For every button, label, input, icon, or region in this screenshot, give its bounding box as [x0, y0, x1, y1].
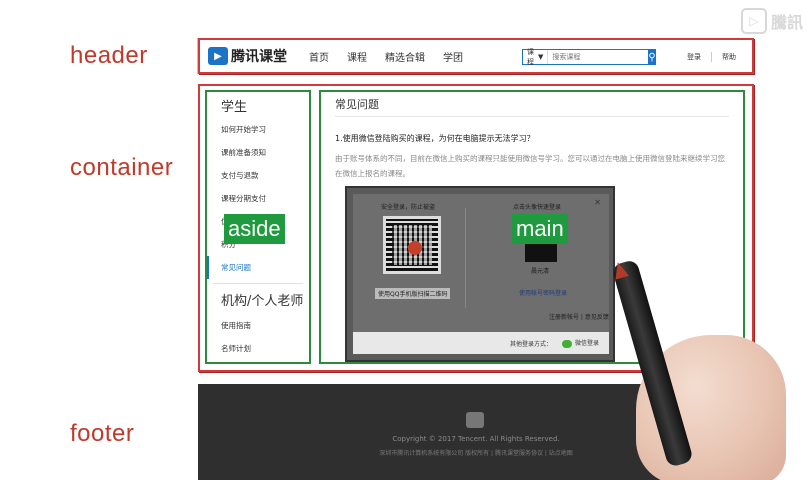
container-annotation: container: [70, 154, 174, 181]
main-nav: 首页 课程 精选合辑 学团: [309, 49, 463, 64]
nav-item-groups[interactable]: 学团: [443, 49, 463, 64]
divider: [711, 52, 712, 62]
nav-item-courses[interactable]: 课程: [347, 49, 367, 64]
search-icon: ⚲: [648, 51, 656, 63]
play-icon: ▷: [740, 8, 767, 34]
login-dialog: ✕ 安全登录，防止被盗 使用QQ手机版扫描二维码 点击头像快速登录 晨元清 使用…: [353, 194, 609, 334]
scan-instruction: 使用QQ手机版扫描二维码: [375, 288, 451, 299]
search-category-label: 课程: [527, 48, 534, 66]
header-annotation: header: [70, 42, 148, 69]
wechat-icon: [561, 339, 572, 348]
nav-item-home[interactable]: 首页: [309, 49, 329, 64]
aside-divider: [213, 283, 303, 284]
header-actions: 登录 帮助: [687, 52, 736, 62]
aside-item-preparation[interactable]: 课前准备须知: [207, 141, 309, 164]
faq-question: 1.使用微信登陆购买的课程，为何在电脑提示无法学习？: [335, 134, 535, 143]
account-name: 晨元清: [531, 268, 550, 275]
aside-group-title-teachers: 机构/个人老师: [221, 294, 304, 309]
search-category-select[interactable]: 课程 ▼: [523, 48, 549, 66]
aside-group-title-students: 学生: [221, 100, 248, 115]
nav-item-collections[interactable]: 精选合辑: [385, 49, 425, 64]
qq-penguin-icon: [408, 241, 422, 255]
aside-item-faq[interactable]: 常见问题: [207, 256, 309, 279]
quick-login-title: 点击头像快速登录: [513, 204, 562, 211]
wechat-login-option: 微信登录: [561, 338, 599, 348]
footer-logo-icon: [466, 412, 484, 428]
register-feedback-links: 注册新帐号 | 意见反馈: [549, 314, 609, 321]
page-title: 常见问题: [335, 98, 379, 111]
login-screenshot: ✕ 安全登录，防止被盗 使用QQ手机版扫描二维码 点击头像快速登录 晨元清 使用…: [345, 186, 615, 362]
search-input[interactable]: [548, 50, 649, 64]
caret-down-icon: ▼: [538, 53, 544, 61]
main-annotation: main: [512, 214, 568, 244]
watermark: ▷ 騰訊: [740, 8, 803, 34]
help-link[interactable]: 帮助: [722, 52, 736, 62]
search-button[interactable]: ⚲: [648, 49, 656, 65]
password-login-link: 使用帐号密码登录: [519, 290, 568, 297]
aside-item-getting-started[interactable]: 如何开始学习: [207, 118, 309, 141]
close-icon: ✕: [594, 198, 601, 207]
other-login-bar: 其他登录方式： 微信登录: [353, 332, 609, 354]
aside-item-famous-teacher[interactable]: 名师计划: [207, 337, 309, 360]
qr-code: [383, 216, 441, 274]
login-link[interactable]: 登录: [687, 52, 701, 62]
aside-item-guide[interactable]: 使用指南: [207, 314, 309, 337]
search-box: 课程 ▼ ⚲: [522, 48, 656, 66]
qq-login-title: 安全登录，防止被盗: [381, 204, 436, 211]
aside-item-payment-refund[interactable]: 支付与退款: [207, 164, 309, 187]
other-login-label: 其他登录方式：: [509, 340, 552, 348]
logo-icon: ▶: [208, 47, 228, 65]
wechat-login-label: 微信登录: [574, 340, 599, 348]
header-frame: ▶ 腾讯课堂 首页 课程 精选合辑 学团 课程 ▼ ⚲ 登录 帮助: [198, 38, 754, 74]
logo-text: 腾讯课堂: [231, 49, 287, 65]
aside-item-installments[interactable]: 课程分期支付: [207, 187, 309, 210]
logo[interactable]: ▶ 腾讯课堂: [208, 46, 287, 66]
faq-answer: 由于账号体系的不同，目前在微信上购买的课程只能使用微信号学习。您可以通过在电脑上…: [335, 154, 725, 178]
footer-annotation: footer: [70, 420, 135, 447]
aside-annotation: aside: [224, 214, 285, 244]
watermark-text: 騰訊: [770, 13, 803, 32]
dialog-divider: [465, 208, 466, 308]
